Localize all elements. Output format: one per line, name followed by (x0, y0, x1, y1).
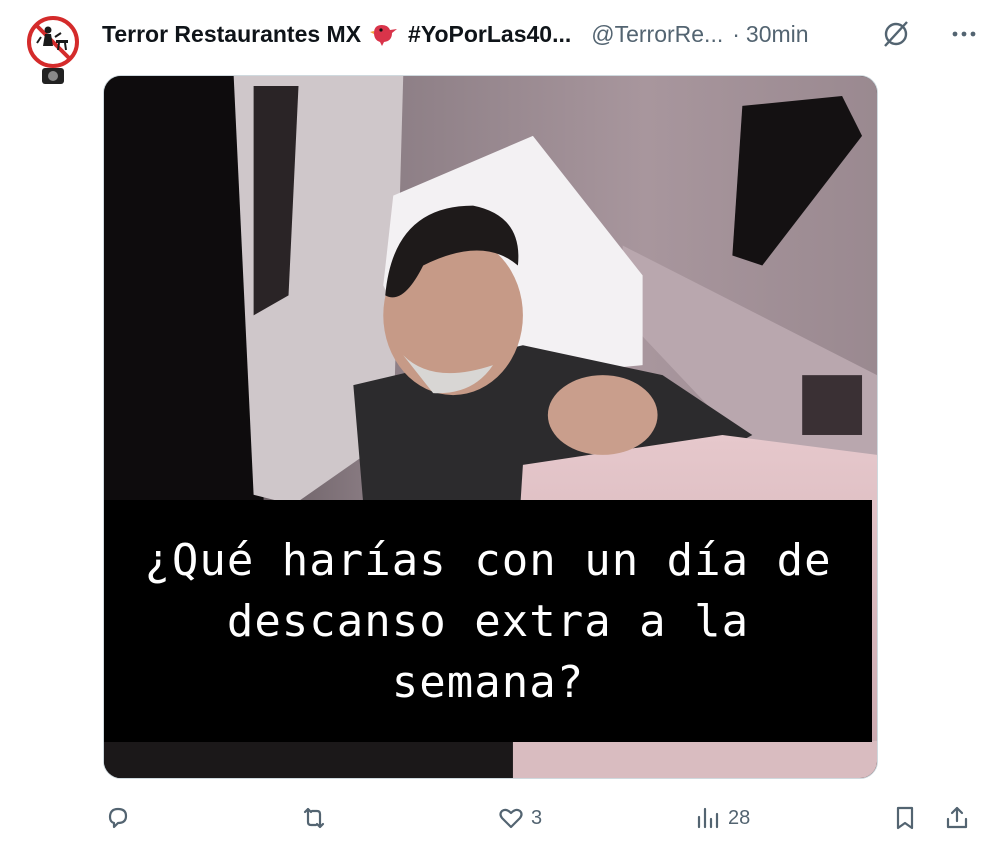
views-icon (697, 807, 719, 829)
action-bar: 3 28 (0, 798, 1000, 838)
retweet-icon (303, 807, 325, 829)
like-button[interactable]: 3 (497, 798, 542, 838)
grok-icon[interactable] (880, 18, 912, 50)
display-name[interactable]: Terror Restaurantes MX (102, 21, 361, 48)
red-bird-emoji (370, 21, 400, 47)
bookmark-icon (896, 806, 914, 830)
share-icon (946, 806, 968, 829)
timestamp[interactable]: 30min (746, 21, 809, 48)
like-count: 3 (531, 806, 543, 829)
views-count: 28 (728, 806, 751, 829)
caption-text: ¿Qué harías con un día de descanso extra… (144, 534, 832, 708)
heart-icon (499, 808, 523, 829)
tweet-media-image[interactable]: ¿Qué harías con un día de descanso extra… (103, 75, 878, 779)
reply-icon (108, 807, 128, 829)
retweet-button[interactable] (300, 798, 334, 838)
user-handle[interactable]: @TerrorRe... (591, 21, 723, 48)
separator-dot: · (732, 20, 740, 47)
more-options-icon[interactable] (948, 18, 980, 50)
reply-button[interactable] (104, 798, 138, 838)
views-button[interactable]: 28 (694, 798, 750, 838)
tweet-header: Terror Restaurantes MX #YoPorLas40... @T… (102, 16, 980, 52)
avatar[interactable] (26, 16, 80, 86)
bookmark-button[interactable] (891, 798, 919, 838)
hashtag[interactable]: #YoPorLas40... (408, 21, 571, 48)
no-dining-sign-avatar (27, 16, 79, 84)
share-button[interactable] (943, 798, 971, 838)
caption-overlay: ¿Qué harías con un día de descanso extra… (104, 500, 872, 742)
